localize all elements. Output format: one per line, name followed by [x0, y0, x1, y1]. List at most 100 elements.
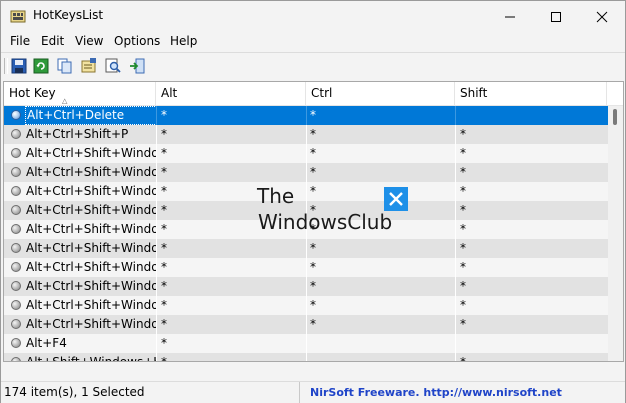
cell-key: Alt+Ctrl+Shift+Windo... [26, 146, 156, 160]
vertical-scrollbar[interactable] [608, 106, 623, 361]
column-divider [156, 296, 157, 315]
cell-ctrl: * [310, 108, 316, 122]
column-divider [455, 201, 456, 220]
hotkey-bullet-icon [11, 205, 21, 215]
column-header-alt[interactable]: Alt [156, 82, 306, 105]
column-divider [455, 315, 456, 334]
table-row[interactable]: Alt+Ctrl+Shift+Windo... * * * [4, 144, 608, 163]
column-divider [306, 106, 307, 125]
close-icon [596, 11, 608, 22]
table-row[interactable]: Alt+Ctrl+Shift+Windo... * * * [4, 315, 608, 334]
table-row[interactable]: Alt+Ctrl+Shift+Windo... * * * [4, 201, 608, 220]
close-button[interactable] [579, 1, 625, 32]
table-row[interactable]: Alt+Ctrl+Shift+Windo... * * * [4, 163, 608, 182]
cell-shift: * [460, 184, 466, 198]
menu-bar: File Edit View Options Help [1, 32, 625, 52]
hotkey-bullet-icon [11, 110, 21, 120]
hotkey-bullet-icon [11, 357, 21, 361]
list-header: Hot Key △ Alt Ctrl Shift [4, 82, 623, 106]
cell-alt: * [161, 165, 167, 179]
column-divider [156, 239, 157, 258]
menu-edit[interactable]: Edit [40, 34, 65, 48]
menu-view[interactable]: View [74, 34, 104, 48]
table-row[interactable]: Alt+Ctrl+Shift+Windo... * * * [4, 258, 608, 277]
title-bar[interactable]: HotKeysList [1, 1, 625, 32]
table-row[interactable]: Alt+Ctrl+Delete * * [4, 106, 608, 125]
hotkeys-list[interactable]: Hot Key △ Alt Ctrl Shift Alt+Ctrl+Delete… [3, 81, 624, 362]
column-divider [455, 163, 456, 182]
table-row[interactable]: Alt+Ctrl+Shift+Windo... * * * [4, 182, 608, 201]
cell-key: Alt+Ctrl+Shift+Windo... [26, 184, 156, 198]
column-divider [306, 353, 307, 361]
cell-key: Alt+F4 [26, 336, 67, 350]
hotkey-bullet-icon [11, 243, 21, 253]
scrollbar-thumb[interactable] [613, 109, 617, 125]
cell-alt: * [161, 298, 167, 312]
save-icon[interactable] [10, 57, 28, 75]
table-row[interactable]: Alt+Ctrl+Shift+Windo... * * * [4, 220, 608, 239]
cell-alt: * [161, 108, 167, 122]
find-icon[interactable] [104, 57, 122, 75]
cell-ctrl: * [310, 146, 316, 160]
cell-alt: * [161, 260, 167, 274]
maximize-button[interactable] [533, 1, 579, 32]
hotkey-bullet-icon [11, 224, 21, 234]
cell-shift: * [460, 146, 466, 160]
cell-key: Alt+Ctrl+Shift+Windo... [26, 260, 156, 274]
cell-shift: * [460, 279, 466, 293]
cell-ctrl: * [310, 279, 316, 293]
status-item-count: 174 item(s), 1 Selected [4, 382, 300, 403]
cell-shift [460, 334, 605, 353]
column-divider [156, 144, 157, 163]
menu-options[interactable]: Options [113, 34, 161, 48]
table-row[interactable]: Alt+Ctrl+Shift+P * * * [4, 125, 608, 144]
column-divider [306, 125, 307, 144]
refresh-icon[interactable] [32, 57, 50, 75]
cell-shift: * [460, 165, 466, 179]
cell-shift: * [460, 317, 466, 331]
table-row[interactable]: Alt+Ctrl+Shift+Windo... * * * [4, 277, 608, 296]
cell-shift: * [460, 222, 466, 236]
table-row[interactable]: Alt+Ctrl+Shift+Windo... * * * [4, 239, 608, 258]
cell-ctrl: * [310, 222, 316, 236]
column-divider [455, 144, 456, 163]
table-row[interactable]: Alt+Ctrl+Shift+Windo... * * * [4, 296, 608, 315]
cell-shift: * [460, 241, 466, 255]
column-divider [306, 144, 307, 163]
cell-alt: * [161, 279, 167, 293]
exit-icon[interactable] [128, 57, 146, 75]
column-divider [455, 334, 456, 353]
column-header-ctrl[interactable]: Ctrl [306, 82, 455, 105]
cell-alt: * [161, 317, 167, 331]
menu-file[interactable]: File [9, 34, 31, 48]
menu-help[interactable]: Help [169, 34, 198, 48]
cell-ctrl: * [310, 317, 316, 331]
cell-alt: * [161, 336, 167, 350]
column-header-hotkey[interactable]: Hot Key △ [4, 82, 156, 105]
cell-key: Alt+Ctrl+Delete [25, 106, 157, 125]
column-divider [306, 334, 307, 353]
table-row[interactable]: Alt+Shift+Windows+K * * [4, 353, 608, 361]
cell-key: Alt+Ctrl+Shift+P [26, 127, 129, 141]
cell-ctrl [310, 353, 455, 361]
column-divider [455, 106, 456, 125]
column-divider [306, 220, 307, 239]
cell-alt: * [161, 127, 167, 141]
cell-key: Alt+Ctrl+Shift+Windo... [26, 241, 156, 255]
table-row[interactable]: Alt+F4 * [4, 334, 608, 353]
minimize-button[interactable] [487, 1, 533, 32]
column-header-shift[interactable]: Shift [455, 82, 607, 105]
properties-icon[interactable] [80, 57, 98, 75]
status-nirsoft-link[interactable]: NirSoft Freeware. http://www.nirsoft.net [310, 382, 562, 403]
copy-icon[interactable] [56, 57, 74, 75]
cell-ctrl: * [310, 260, 316, 274]
column-divider [306, 258, 307, 277]
column-divider [156, 220, 157, 239]
cell-ctrl: * [310, 298, 316, 312]
column-divider [455, 296, 456, 315]
cell-ctrl: * [310, 165, 316, 179]
column-divider [306, 296, 307, 315]
hotkey-bullet-icon [11, 129, 21, 139]
column-divider [455, 125, 456, 144]
status-bar: 174 item(s), 1 Selected NirSoft Freeware… [1, 381, 625, 403]
